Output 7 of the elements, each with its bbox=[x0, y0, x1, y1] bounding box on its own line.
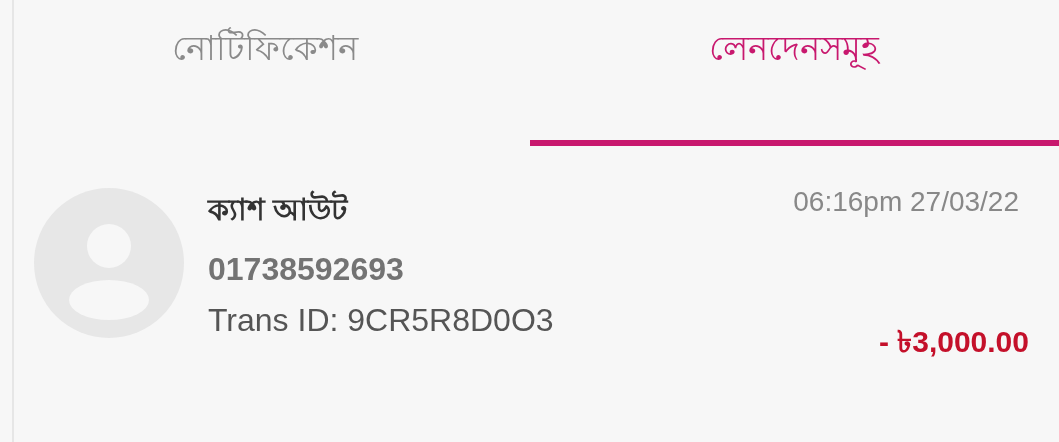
transaction-time: 06:16pm 27/03/22 bbox=[793, 186, 1019, 218]
transaction-type: ক্যাশ আউট bbox=[208, 186, 770, 237]
tab[interactable]: লেনদেনসমূহ bbox=[529, 0, 1059, 146]
transaction-id: Trans ID: 9CR5R8D0O3 bbox=[208, 302, 555, 339]
phone-number: 01738592693 bbox=[208, 251, 405, 288]
tab[interactable]: নোটিফিকেশন bbox=[0, 0, 530, 146]
transaction-amount: - ৳3,000.00 bbox=[878, 324, 1029, 360]
